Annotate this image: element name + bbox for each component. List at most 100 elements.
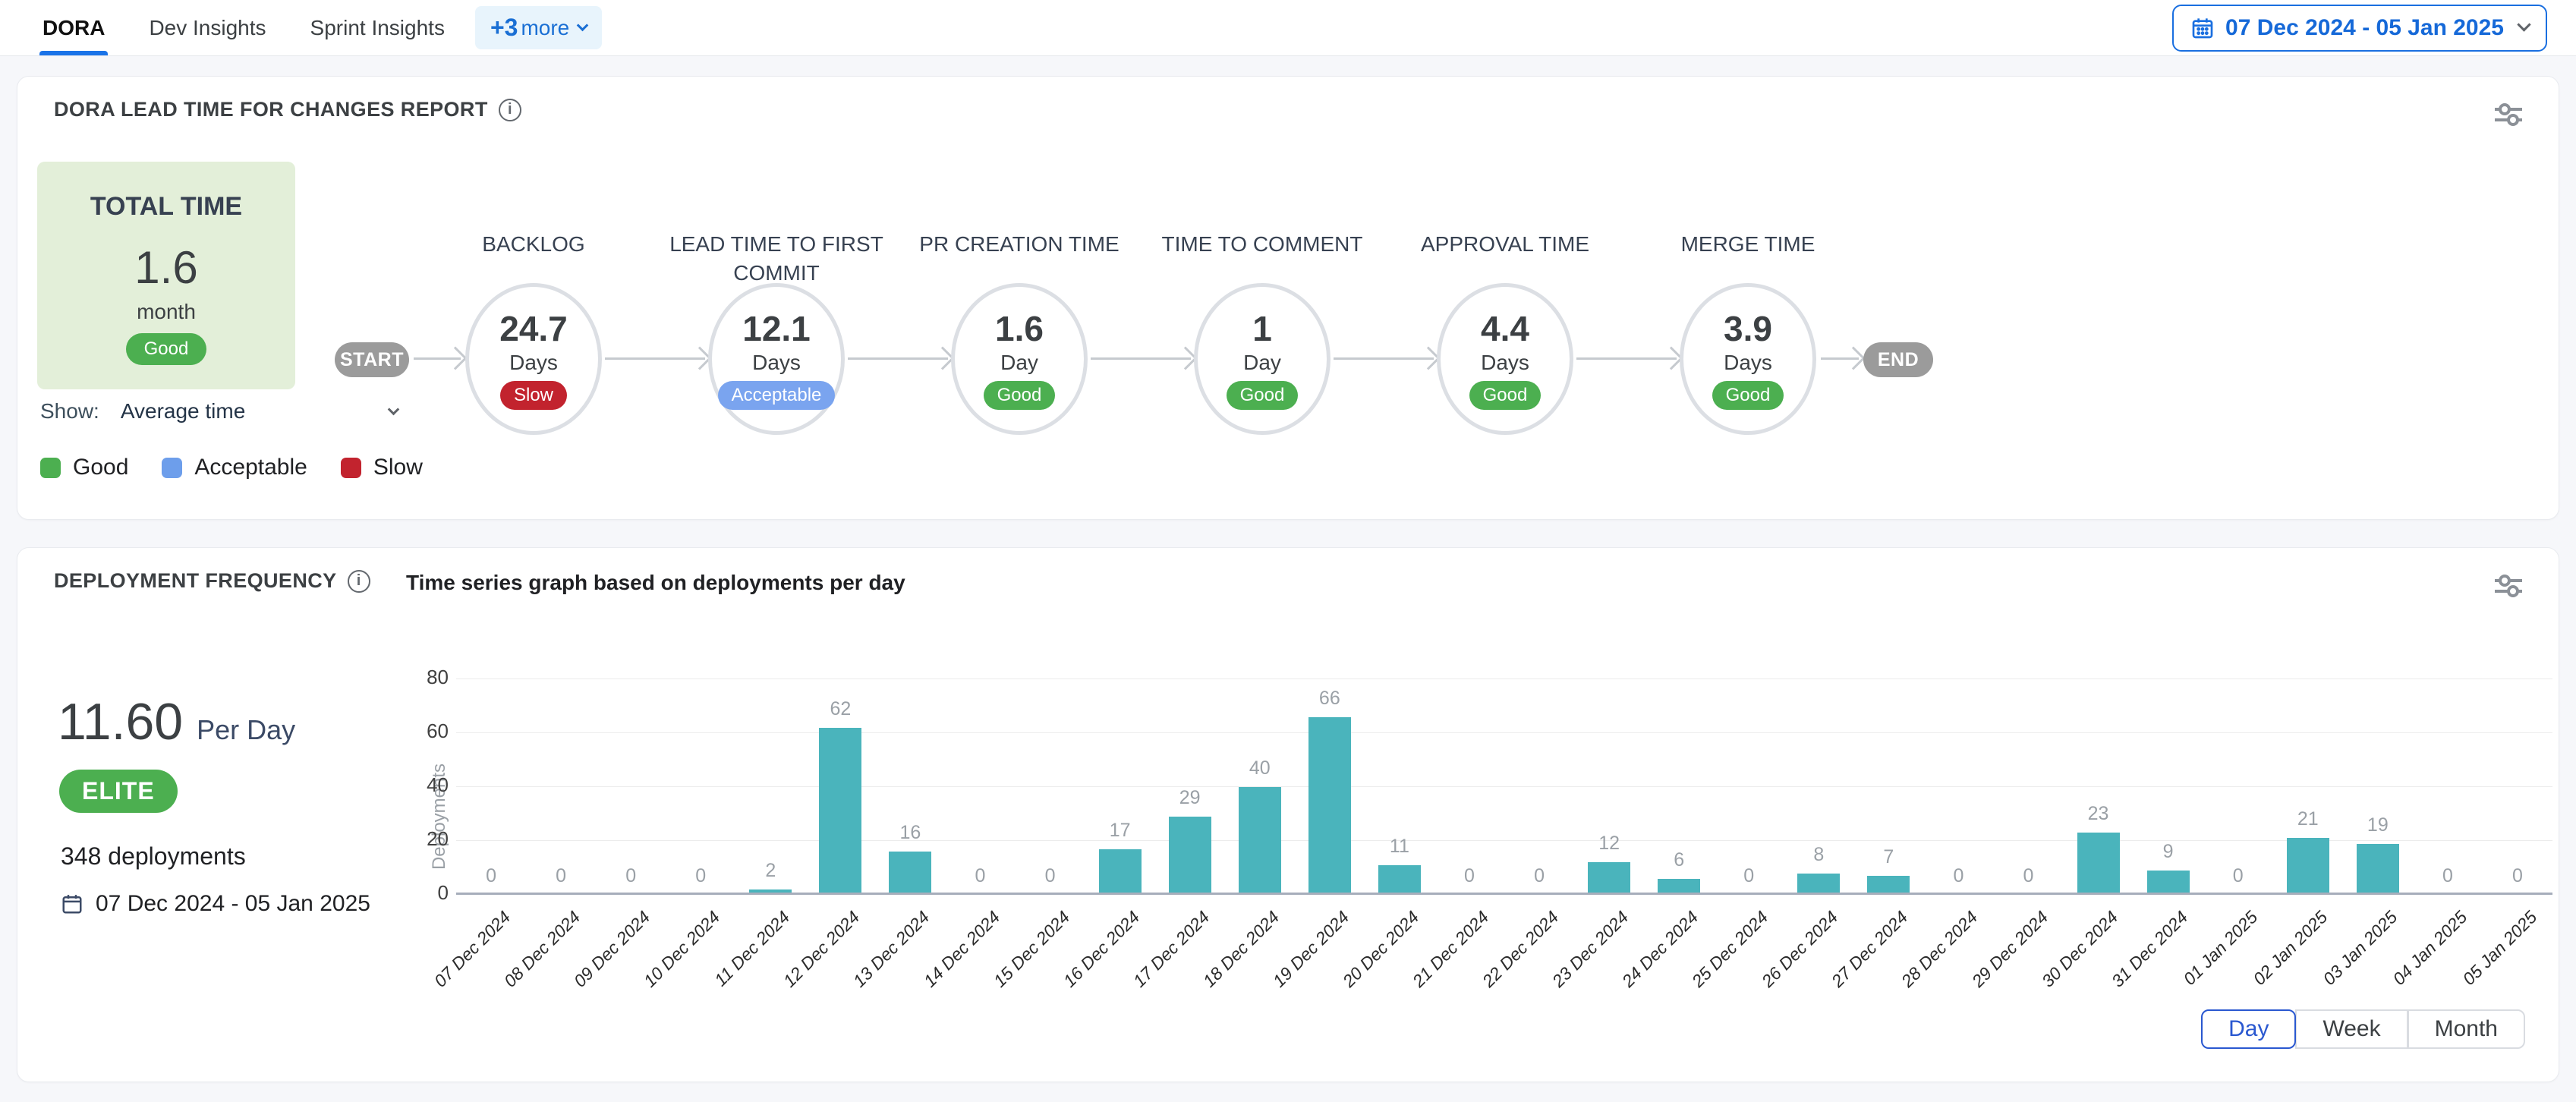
deployment-frequency-card: DEPLOYMENT FREQUENCY i Time series graph… [17, 547, 2559, 1082]
bar-value-label: 2 [740, 860, 801, 882]
toggle-day-button[interactable]: Day [2201, 1009, 2296, 1049]
total-time-label: TOTAL TIME [90, 192, 242, 222]
bar-value-label: 8 [1788, 844, 1849, 866]
chevron-down-icon [2517, 17, 2530, 31]
stage-node-backlog[interactable]: 24.7 Days Slow [465, 283, 602, 435]
stage-value: 12.1 [742, 308, 811, 349]
deployment-count: 348 deployments [61, 842, 246, 871]
tab-dora[interactable]: DORA [43, 0, 105, 55]
bar-value-label: 19 [2348, 814, 2408, 836]
info-icon[interactable]: i [348, 570, 370, 593]
x-tick-label: 11 Dec 2024 [657, 907, 795, 1045]
bar-value-label: 0 [2208, 865, 2269, 887]
x-tick-label: 19 Dec 2024 [1215, 907, 1353, 1045]
stage-status-badge: Acceptable [718, 381, 836, 410]
bar-value-label: 9 [2138, 841, 2199, 863]
x-tick-label: 08 Dec 2024 [446, 907, 584, 1045]
toggle-month-button[interactable]: Month [2408, 1009, 2525, 1049]
tab-sprint-insights[interactable]: Sprint Insights [310, 0, 445, 55]
x-tick-label: 31 Dec 2024 [2054, 907, 2192, 1045]
bar-value-label: 0 [950, 865, 1011, 887]
stage-node-approval-time[interactable]: 4.4 Days Good [1437, 283, 1573, 435]
show-label: Show: [40, 399, 99, 423]
x-tick-label: 14 Dec 2024 [866, 907, 1004, 1045]
stage-value: 4.4 [1481, 308, 1529, 349]
gridline [456, 840, 2552, 841]
deployment-bar[interactable] [2147, 871, 2190, 895]
granularity-toggle: Day Week Month [2202, 1009, 2525, 1049]
y-tick-label: 20 [427, 827, 449, 851]
x-tick-label: 30 Dec 2024 [1984, 907, 2122, 1045]
calendar-icon [61, 893, 83, 915]
x-tick-label: 12 Dec 2024 [726, 907, 864, 1045]
bar-value-label: 6 [1649, 849, 1709, 871]
more-tabs-button[interactable]: +3 more [475, 6, 602, 49]
deployment-bar[interactable] [1099, 849, 1142, 895]
deployment-bar[interactable] [2077, 833, 2120, 895]
flow-arrow [1091, 357, 1191, 360]
show-selected-value: Average time [121, 399, 245, 423]
bar-value-label: 0 [1718, 865, 1779, 887]
stage-value: 1 [1252, 308, 1272, 349]
flow-arrow [605, 357, 705, 360]
legend-item-acceptable: Acceptable [162, 455, 307, 480]
deployment-bar[interactable] [1169, 817, 1211, 895]
deployment-date-range-text: 07 Dec 2024 - 05 Jan 2025 [96, 891, 370, 917]
legend-label: Acceptable [194, 455, 307, 480]
info-icon[interactable]: i [499, 99, 521, 121]
deployment-rate-unit: Per Day [197, 714, 295, 746]
deployment-bar[interactable] [1588, 862, 1630, 895]
bar-value-label: 0 [2487, 865, 2548, 887]
chart-settings-icon[interactable] [2492, 571, 2525, 601]
y-tick-label: 60 [427, 719, 449, 743]
deployment-bar[interactable] [1239, 787, 1281, 895]
x-tick-label: 29 Dec 2024 [1914, 907, 2052, 1045]
date-range-picker[interactable]: 07 Dec 2024 - 05 Jan 2025 [2172, 5, 2547, 52]
stage-value: 1.6 [995, 308, 1044, 349]
y-axis-ticks: 020406080 [412, 666, 449, 895]
calendar-icon [2190, 16, 2215, 40]
stage-node-time-to-comment[interactable]: 1 Day Good [1194, 283, 1331, 435]
x-tick-label: 07 Dec 2024 [376, 907, 515, 1045]
stage-status-badge: Good [1712, 381, 1784, 410]
stage-label-approval-time: APPROVAL TIME [1380, 230, 1630, 259]
x-tick-label: 09 Dec 2024 [517, 907, 655, 1045]
x-tick-label: 10 Dec 2024 [587, 907, 725, 1045]
x-tick-label: 25 Dec 2024 [1635, 907, 1773, 1045]
deployment-bar[interactable] [1378, 865, 1421, 895]
total-time-panel: TOTAL TIME 1.6 month Good [37, 162, 295, 389]
y-tick-label: 80 [427, 666, 449, 689]
x-tick-label: 16 Dec 2024 [1006, 907, 1144, 1045]
deployment-bar[interactable] [1797, 874, 1840, 895]
y-tick-label: 0 [438, 881, 449, 905]
stage-unit: Days [509, 351, 558, 375]
tab-dev-insights[interactable]: Dev Insights [149, 0, 266, 55]
stage-node-pr-creation-time[interactable]: 1.6 Day Good [951, 283, 1088, 435]
total-time-status-badge: Good [126, 333, 207, 365]
bar-value-label: 0 [461, 865, 521, 887]
lead-time-flow-diagram: START BACKLOG 24.7 Days Slow LEAD TIME T… [321, 153, 2029, 479]
stage-node-lead-time-first-commit[interactable]: 12.1 Days Acceptable [708, 283, 845, 435]
stage-value: 3.9 [1724, 308, 1772, 349]
stage-node-merge-time[interactable]: 3.9 Days Good [1680, 283, 1816, 435]
deployment-bar[interactable] [819, 728, 861, 895]
gridline [456, 786, 2552, 787]
stage-label-time-to-comment: TIME TO COMMENT [1137, 230, 1387, 259]
deployment-bar[interactable] [1308, 717, 1351, 895]
chart-settings-icon[interactable] [2492, 99, 2525, 130]
stage-label-merge-time: MERGE TIME [1623, 230, 1873, 259]
deployment-bar[interactable] [2287, 838, 2329, 895]
deployment-bar[interactable] [2357, 844, 2399, 895]
x-tick-label: 17 Dec 2024 [1075, 907, 1214, 1045]
total-time-unit: month [137, 300, 196, 324]
lead-time-card-title: DORA LEAD TIME FOR CHANGES REPORT [54, 98, 488, 121]
flow-arrow [1576, 357, 1677, 360]
bar-value-label: 0 [1928, 865, 1989, 887]
x-tick-label: 27 Dec 2024 [1775, 907, 1913, 1045]
good-swatch [40, 458, 61, 478]
deployment-bar[interactable] [889, 852, 931, 895]
stage-status-badge: Good [1227, 381, 1299, 410]
x-tick-label: 26 Dec 2024 [1705, 907, 1843, 1045]
toggle-week-button[interactable]: Week [2295, 1009, 2408, 1049]
bar-value-label: 0 [1509, 865, 1570, 887]
